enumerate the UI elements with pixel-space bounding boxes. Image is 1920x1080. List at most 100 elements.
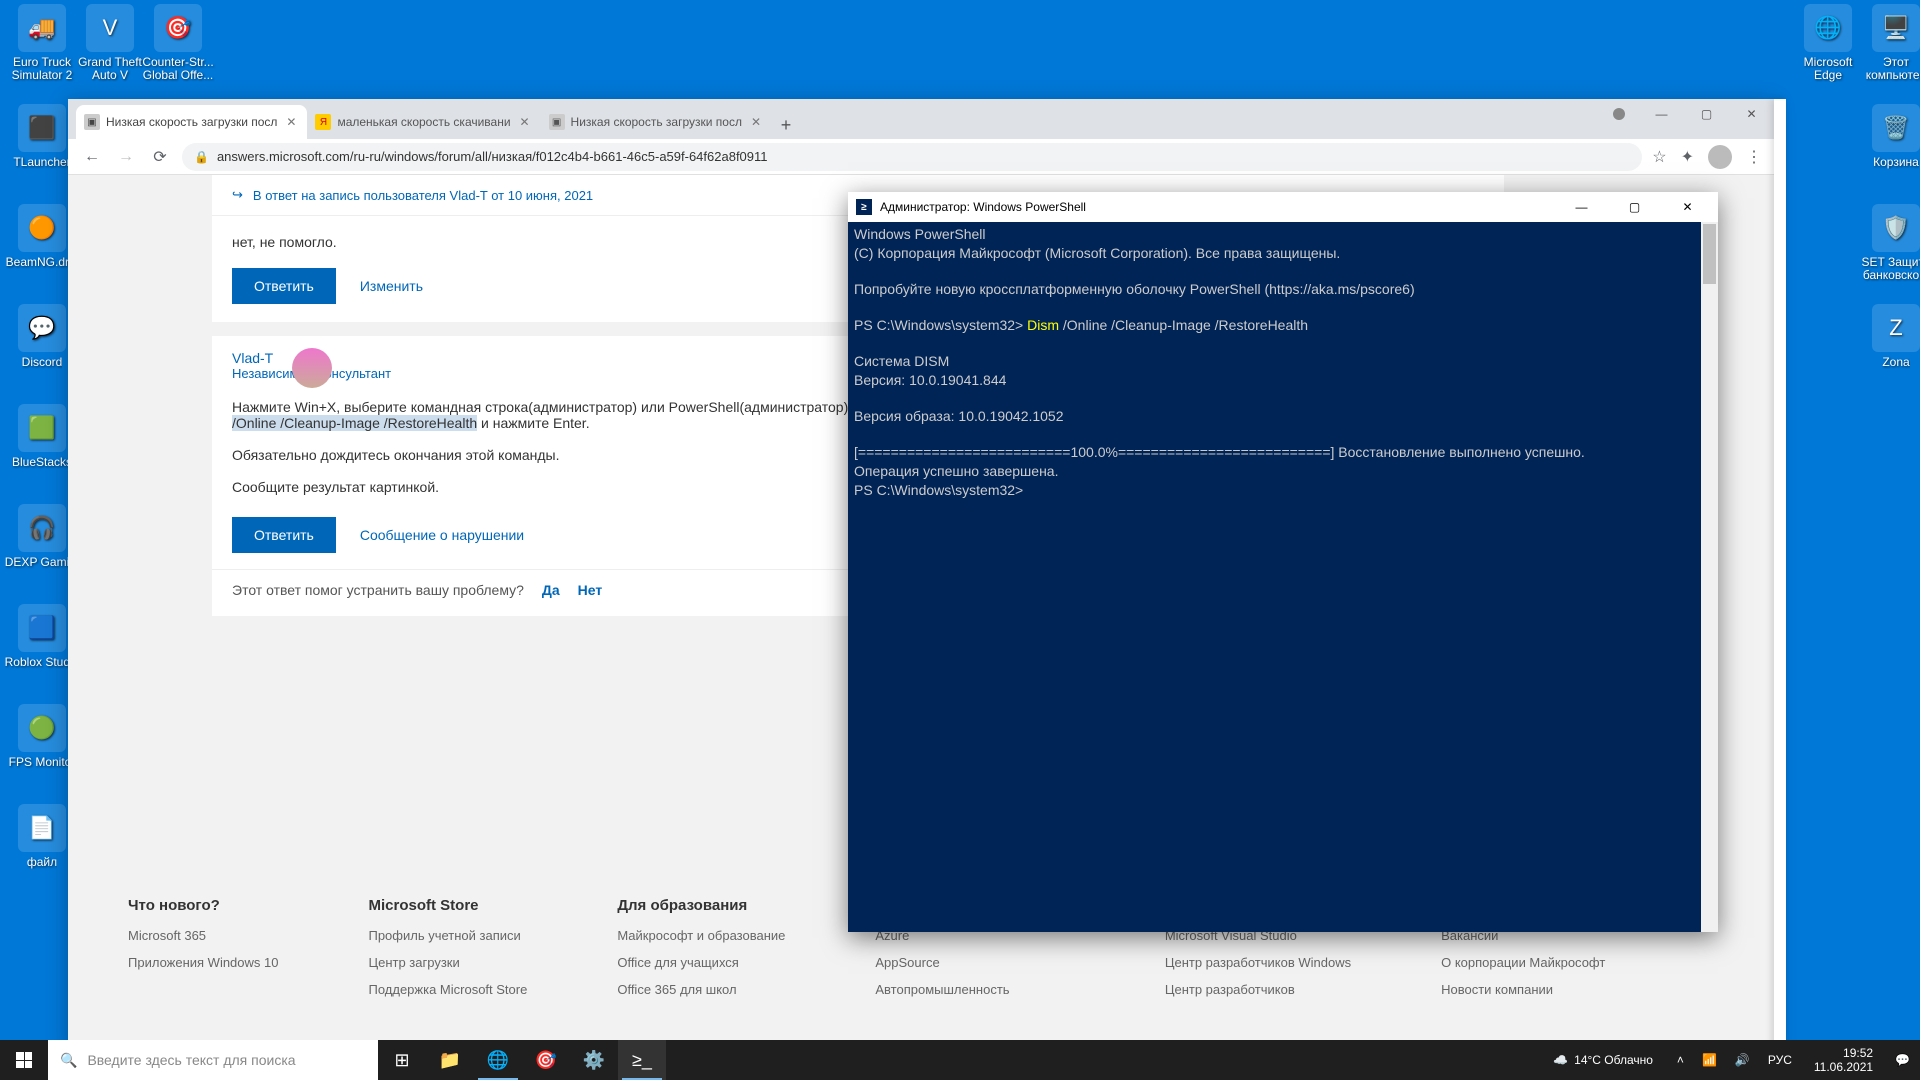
extensions-icon[interactable]: ✦ [1681,147,1694,167]
url-text: answers.microsoft.com/ru-ru/windows/foru… [217,149,768,164]
app-icon: 📄 [18,804,66,852]
maximize-button[interactable]: ▢ [1684,99,1729,129]
favicon-ms-icon: ▣ [84,114,100,130]
app-icon: 🖥️ [1872,4,1920,52]
csgo-taskbar-button[interactable]: 🎯 [522,1040,570,1080]
feedback-no[interactable]: Нет [578,582,603,598]
icon-label: Этот компьютер [1858,56,1920,82]
minimize-button[interactable]: — [1559,192,1604,222]
desktop-icon[interactable]: 🚚Euro Truck Simulator 2 [4,4,80,82]
back-button[interactable]: ← [80,145,104,169]
icon-label: Grand Theft Auto V [72,56,148,82]
reply-button[interactable]: Ответить [232,268,336,304]
scrollbar[interactable] [1701,222,1718,932]
footer-link[interactable]: О корпорации Майкрософт [1441,955,1605,970]
forward-button[interactable]: → [114,145,138,169]
maximize-button[interactable]: ▢ [1612,192,1657,222]
desktop-icon[interactable]: 🎯Counter-Str... Global Offe... [140,4,216,82]
footer-link[interactable]: Новости компании [1441,982,1605,997]
footer-heading: Microsoft Store [368,897,527,914]
footer-link[interactable]: Поддержка Microsoft Store [368,982,527,997]
clock-time: 19:52 [1814,1046,1873,1060]
app-icon: V [86,4,134,52]
feedback-prompt: Этот ответ помог устранить вашу проблему… [232,582,524,598]
close-button[interactable]: ✕ [1665,192,1710,222]
desktop-icon[interactable]: 🌐Microsoft Edge [1790,4,1866,82]
edit-button[interactable]: Изменить [360,278,423,294]
weather-icon: ☁️ [1553,1053,1568,1067]
new-tab-button[interactable]: + [772,111,800,139]
tray-chevron-icon[interactable]: ˄ [1673,1053,1688,1067]
user-avatar[interactable] [292,348,332,388]
footer-link[interactable]: Автопромышленность [875,982,1074,997]
powershell-taskbar-button[interactable]: ≥_ [618,1040,666,1080]
app-icon: 🟢 [18,704,66,752]
profile-avatar[interactable] [1708,145,1732,169]
desktop-icon[interactable]: 🛡️ SET Защита банковско... [1858,204,1920,282]
feedback-yes[interactable]: Да [542,582,560,598]
chrome-taskbar-button[interactable]: 🌐 [474,1040,522,1080]
taskbar-clock[interactable]: 19:52 11.06.2021 [1806,1046,1881,1074]
taskbar-search[interactable]: 🔍 Введите здесь текст для поиска [48,1040,378,1080]
window-title: Администратор: Windows PowerShell [880,200,1086,214]
desktop-icon[interactable]: ZZona [1858,304,1920,369]
settings-taskbar-button[interactable]: ⚙️ [570,1040,618,1080]
footer-link[interactable]: Office 365 для школ [617,982,785,997]
bookmark-star-icon[interactable]: ☆ [1652,147,1666,167]
app-icon: 💬 [18,304,66,352]
footer-link[interactable]: Microsoft 365 [128,928,278,943]
chrome-menu-icon[interactable]: ⋮ [1746,147,1762,167]
powershell-titlebar[interactable]: ≥ Администратор: Windows PowerShell — ▢ … [848,192,1718,222]
footer-link[interactable]: Майкрософт и образование [617,928,785,943]
footer-link[interactable]: Центр разработчиков Windows [1165,955,1351,970]
background-window-edge [1774,99,1786,1049]
reply-button[interactable]: Ответить [232,517,336,553]
tab-close-icon[interactable]: ✕ [748,114,764,130]
account-indicator-icon[interactable] [1613,108,1625,120]
minimize-button[interactable]: — [1639,99,1684,129]
footer-link[interactable]: Профиль учетной записи [368,928,527,943]
reply-to-text: В ответ на запись пользователя Vlad-T от… [253,188,593,203]
tab-title: Низкая скорость загрузки посл [106,115,277,129]
footer-link[interactable]: Office для учащихся [617,955,785,970]
icon-label: Корзина [1873,156,1919,169]
app-icon: 🚚 [18,4,66,52]
browser-tab-1[interactable]: ▣ Низкая скорость загрузки посл ✕ [76,105,307,139]
app-icon: 🟦 [18,604,66,652]
task-view-button[interactable]: ⊞ [378,1040,426,1080]
tray-network-icon[interactable]: 📶 [1698,1053,1721,1067]
terminal-output[interactable]: Windows PowerShell (C) Корпорация Майкро… [848,222,1718,932]
tab-close-icon[interactable]: ✕ [283,114,299,130]
footer-link[interactable]: Приложения Windows 10 [128,955,278,970]
app-icon: 🎯 [154,4,202,52]
icon-label: SET Защита банковско... [1858,256,1920,282]
icon-label: файл [27,856,57,869]
notifications-button[interactable]: 💬 [1891,1053,1914,1067]
tray-volume-icon[interactable]: 🔊 [1731,1053,1754,1067]
desktop-icon[interactable]: 🖥️ Этот компьютер [1858,4,1920,82]
icon-label: BlueStacks [12,456,72,469]
close-button[interactable]: ✕ [1729,99,1774,129]
footer-link[interactable]: AppSource [875,955,1074,970]
tray-language[interactable]: РУС [1764,1053,1796,1067]
desktop-icon[interactable]: 🗑️ Корзина [1858,104,1920,169]
desktop-icon[interactable]: V Grand Theft Auto V [72,4,148,82]
address-bar[interactable]: 🔒 answers.microsoft.com/ru-ru/windows/fo… [182,143,1642,171]
browser-tab-3[interactable]: ▣ Низкая скорость загрузки посл ✕ [541,105,772,139]
footer-link[interactable]: Центр загрузки [368,955,527,970]
browser-tab-2[interactable]: Я маленькая скорость скачивани ✕ [307,105,540,139]
tab-close-icon[interactable]: ✕ [517,114,533,130]
weather-widget[interactable]: ☁️ 14°C Облачно [1543,1053,1663,1067]
icon-label: Discord [22,356,63,369]
app-icon: 🛡️ [1872,204,1920,252]
powershell-window: ≥ Администратор: Windows PowerShell — ▢ … [848,192,1718,932]
start-button[interactable] [0,1040,48,1080]
icon-label: Zona [1882,356,1909,369]
app-icon: 🗑️ [1872,104,1920,152]
report-link[interactable]: Сообщение о нарушении [360,527,524,543]
file-explorer-button[interactable]: 📁 [426,1040,474,1080]
chrome-tabstrip: ▣ Низкая скорость загрузки посл ✕ Я мале… [68,99,1774,139]
scrollbar-thumb[interactable] [1703,224,1716,284]
footer-link[interactable]: Центр разработчиков [1165,982,1351,997]
reload-button[interactable]: ⟳ [148,145,172,169]
